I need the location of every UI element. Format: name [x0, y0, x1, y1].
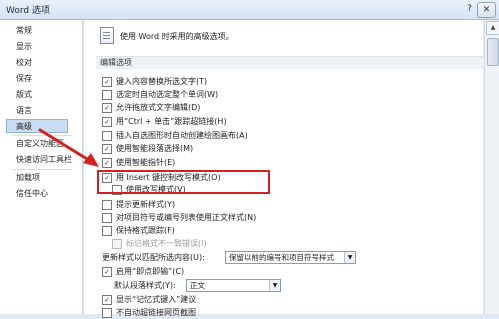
annotation-arrow: [38, 128, 99, 167]
scroll-up-icon[interactable]: ▲: [486, 21, 499, 35]
scroll-thumb[interactable]: [487, 38, 499, 66]
vertical-scrollbar[interactable]: ▲: [484, 20, 499, 314]
